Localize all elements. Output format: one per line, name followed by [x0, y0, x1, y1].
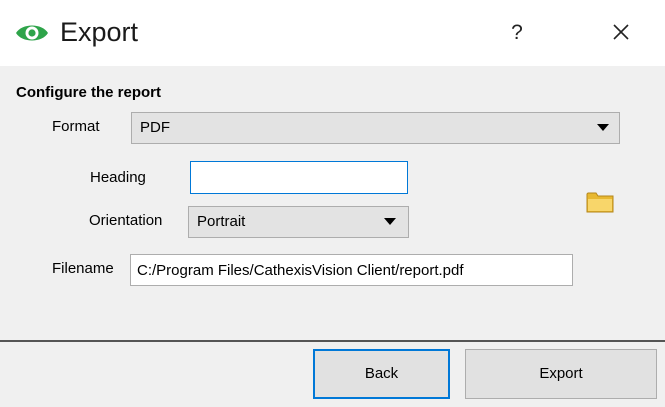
orientation-select-value: Portrait: [197, 213, 246, 230]
heading-label: Heading: [90, 169, 146, 186]
back-button[interactable]: Back: [313, 349, 450, 399]
chevron-down-icon: [384, 218, 396, 225]
dialog-content: Configure the report Format PDF Heading …: [0, 66, 665, 342]
format-label: Format: [52, 118, 100, 135]
heading-input[interactable]: [190, 161, 408, 194]
help-button[interactable]: ?: [505, 16, 529, 50]
filename-label: Filename: [52, 260, 114, 277]
filename-input[interactable]: [130, 254, 573, 286]
eye-icon: [16, 25, 48, 41]
orientation-select[interactable]: Portrait: [188, 206, 409, 238]
folder-icon[interactable]: [586, 190, 614, 214]
format-select[interactable]: PDF: [131, 112, 620, 144]
dialog-footer: Back Export: [0, 342, 665, 407]
chevron-down-icon: [597, 124, 609, 131]
section-title: Configure the report: [16, 84, 161, 101]
orientation-label: Orientation: [89, 212, 163, 229]
title-bar: Export ?: [0, 0, 665, 66]
format-select-value: PDF: [140, 119, 170, 136]
close-icon[interactable]: [603, 14, 639, 50]
window-title: Export: [60, 17, 139, 47]
export-button[interactable]: Export: [465, 349, 657, 399]
